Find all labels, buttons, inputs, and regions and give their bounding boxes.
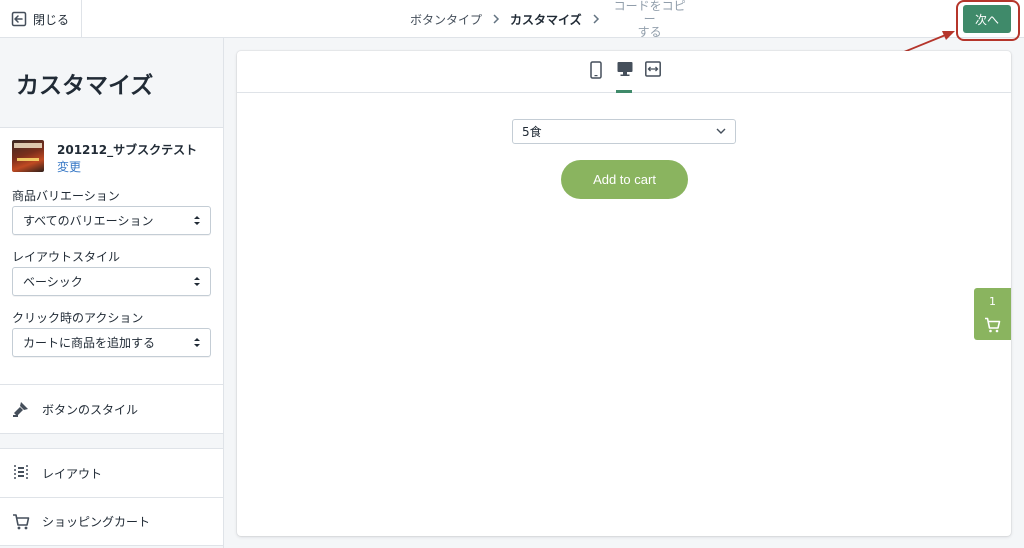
breadcrumb-copy-code-line1: コードをコピー xyxy=(613,0,686,26)
full-width-view-button[interactable] xyxy=(643,61,663,93)
section-layout-label: レイアウト xyxy=(42,466,103,481)
next-button[interactable]: 次へ xyxy=(963,5,1011,33)
mobile-icon xyxy=(590,61,602,79)
click-action-value: カートに商品を追加する xyxy=(23,336,156,350)
breadcrumb-copy-code: コードをコピー する xyxy=(610,0,690,39)
preview-panel: 5食 Add to cart xyxy=(237,51,1011,536)
top-bar: 閉じる ボタンタイプ カスタマイズ コードをコピー する 次へ xyxy=(0,0,1024,38)
section-layout[interactable]: レイアウト xyxy=(0,448,223,497)
breadcrumb-customize: カスタマイズ xyxy=(510,12,582,27)
variant-select[interactable]: すべてのバリエーション xyxy=(12,206,211,235)
change-product-link[interactable]: 変更 xyxy=(57,158,81,175)
chevron-right-icon xyxy=(493,14,500,24)
section-shopping-cart-label: ショッピングカート xyxy=(42,515,151,529)
expand-width-icon xyxy=(645,61,661,77)
select-arrows-icon xyxy=(194,277,200,286)
paint-brush-icon xyxy=(12,400,30,418)
select-arrows-icon xyxy=(194,216,200,225)
sidebar: カスタマイズ 201212_サブスクテスト 変更 商品バリエーション すべてのバ… xyxy=(0,38,224,548)
floating-cart-tab[interactable]: 1 xyxy=(974,288,1011,340)
breadcrumb: ボタンタイプ カスタマイズ コードをコピー する xyxy=(410,0,690,38)
product-thumbnail xyxy=(12,140,44,172)
breadcrumb-button-type[interactable]: ボタンタイプ xyxy=(410,11,482,28)
chevron-down-icon xyxy=(716,128,726,134)
layout-style-select[interactable]: ベーシック xyxy=(12,267,211,296)
close-label: 閉じる xyxy=(33,12,70,27)
click-action-select[interactable]: カートに商品を追加する xyxy=(12,328,211,357)
chevron-right-icon xyxy=(593,14,599,24)
section-shopping-cart[interactable]: ショッピングカート xyxy=(0,497,223,546)
close-button[interactable]: 閉じる xyxy=(0,0,82,38)
select-arrows-icon xyxy=(194,338,200,347)
breadcrumb-copy-code-line2: する xyxy=(637,24,662,39)
variant-field-label: 商品バリエーション xyxy=(12,189,120,203)
desktop-icon xyxy=(617,62,633,76)
variant-select-value: すべてのバリエーション xyxy=(23,214,154,228)
layout-style-label: レイアウトスタイル xyxy=(12,250,121,264)
cart-icon xyxy=(12,513,30,531)
device-toggle-bar xyxy=(237,51,1011,93)
cart-count: 1 xyxy=(989,295,996,308)
add-to-cart-button[interactable]: Add to cart xyxy=(561,160,688,199)
exit-icon xyxy=(11,11,27,27)
mobile-view-button[interactable] xyxy=(586,61,606,93)
preview-variant-value: 5食 xyxy=(522,125,542,139)
click-action-label: クリック時のアクション xyxy=(12,311,144,325)
section-button-style-label: ボタンのスタイル xyxy=(42,402,139,417)
product-settings-card: 201212_サブスクテスト 変更 商品バリエーション すべてのバリエーション … xyxy=(0,127,223,409)
section-button-style[interactable]: ボタンのスタイル xyxy=(0,384,223,434)
layout-list-icon xyxy=(12,464,30,482)
desktop-view-button[interactable] xyxy=(615,61,635,93)
layout-style-value: ベーシック xyxy=(23,275,83,289)
page-title: カスタマイズ xyxy=(16,73,154,99)
product-name: 201212_サブスクテスト xyxy=(57,143,198,157)
cart-icon xyxy=(985,317,1001,333)
preview-variant-select[interactable]: 5食 xyxy=(512,119,736,144)
